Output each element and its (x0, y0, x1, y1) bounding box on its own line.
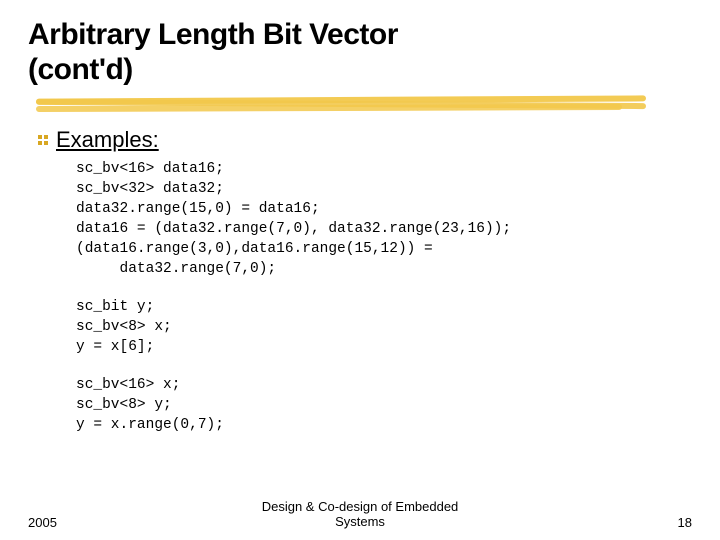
bullet-row: Examples: (36, 127, 692, 153)
code-block-2: sc_bit y; sc_bv<8> x; y = x[6]; (76, 297, 692, 357)
bullet-icon (36, 133, 50, 147)
footer-page: 18 (678, 515, 692, 530)
title-underline (36, 97, 646, 111)
bullet-label: Examples: (56, 127, 159, 153)
slide: Arbitrary Length Bit Vector (cont'd) Exa… (0, 0, 720, 540)
code-block-3: sc_bv<16> x; sc_bv<8> y; y = x.range(0,7… (76, 375, 692, 435)
slide-title: Arbitrary Length Bit Vector (cont'd) (28, 18, 692, 87)
code-block-1: sc_bv<16> data16; sc_bv<32> data32; data… (76, 159, 692, 279)
footer-year: 2005 (28, 515, 57, 530)
footer: 2005 18 (0, 515, 720, 530)
title-line-2: (cont'd) (28, 53, 133, 86)
title-line-1: Arbitrary Length Bit Vector (28, 18, 398, 51)
